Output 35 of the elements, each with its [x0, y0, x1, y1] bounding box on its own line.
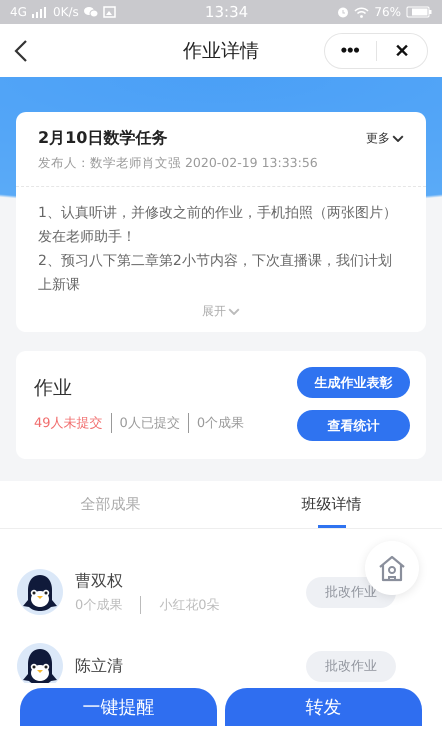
grade-button[interactable]: 批改作业: [306, 650, 396, 682]
penguin-avatar: [17, 569, 63, 615]
result-count: 0个成果: [75, 596, 122, 614]
footer-button[interactable]: 一键提醒: [20, 688, 217, 726]
homework-title: 作业: [34, 376, 73, 401]
alarm-icon: [337, 6, 350, 18]
back-icon[interactable]: [14, 38, 28, 62]
task-meta: 发布人：数学老师肖文强 2020-02-19 13:33:56: [38, 155, 319, 172]
footer-button[interactable]: 转发: [225, 688, 422, 726]
action-button[interactable]: 生成作业表彰: [297, 367, 410, 398]
expand-link[interactable]: 展开: [202, 303, 240, 320]
tab[interactable]: 班级详情: [221, 481, 442, 528]
submission-stat: 0人已提交: [120, 415, 180, 432]
battery-icon: [406, 6, 432, 18]
action-button[interactable]: 查看统计: [297, 410, 410, 441]
task-title: 2月10日数学任务: [38, 128, 168, 149]
student-name: 曹双权: [75, 570, 124, 592]
wifi-icon: [354, 6, 370, 18]
task-description: 2、预习八下第二章第2小节内容，下次直播课，我们计划上新课: [38, 252, 393, 295]
page-title: 作业详情: [183, 38, 259, 64]
submission-stat: 49人未提交: [34, 415, 103, 432]
tab[interactable]: 全部成果: [0, 481, 221, 528]
more-button[interactable]: •••: [325, 39, 376, 62]
image-icon: [102, 6, 116, 18]
more-link[interactable]: 更多: [366, 130, 404, 147]
chevron-down-icon: [392, 134, 404, 142]
task-description: 1、认真听讲，并修改之前的作业，手机拍照（两张图片）发在老师助手！: [38, 204, 398, 247]
signal-icon: [32, 6, 48, 18]
submission-stat: 0个成果: [196, 415, 244, 432]
home-icon: [377, 554, 407, 582]
flower-count: 小红花0朵: [159, 596, 220, 614]
chat-icon: [84, 6, 98, 18]
chevron-down-icon: [228, 308, 240, 316]
student-name: 陈立清: [75, 656, 124, 676]
close-button[interactable]: ✕: [376, 38, 427, 62]
